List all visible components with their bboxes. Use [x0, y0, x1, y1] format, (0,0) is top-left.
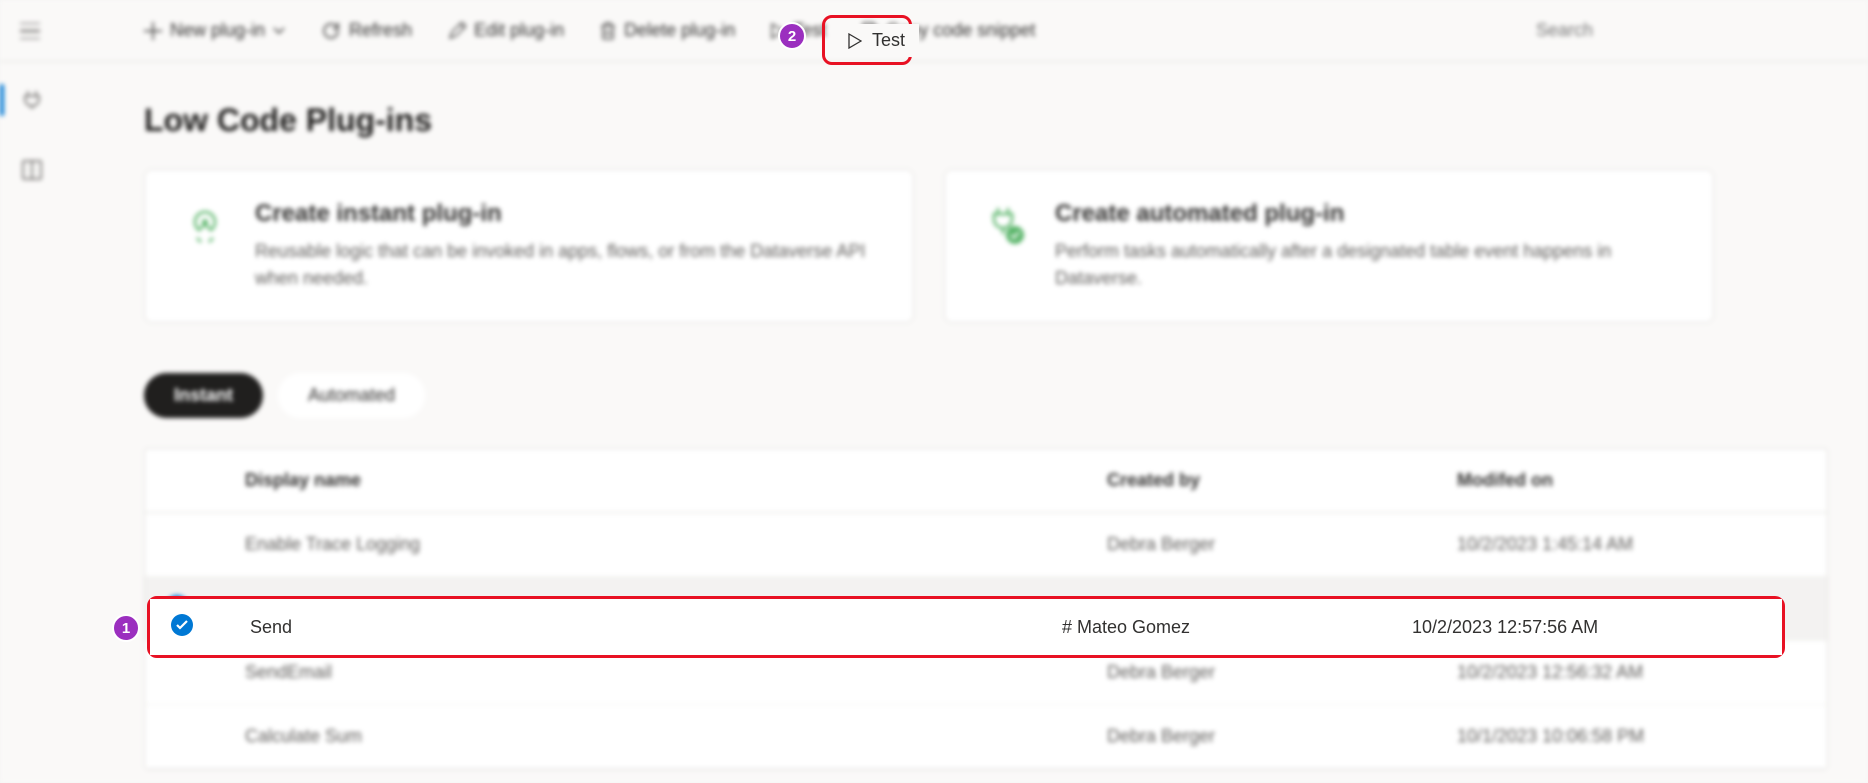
book-icon [21, 159, 43, 181]
copy-code-button[interactable]: Copy code snippet [848, 12, 1049, 49]
new-plugin-label: New plug-in [170, 20, 265, 41]
check-circle-icon[interactable] [165, 594, 189, 618]
automated-icon [980, 200, 1030, 250]
sidebar-item-plugins[interactable] [12, 80, 52, 120]
cell-modified_on: 10/1/2023 10:06:58 PM [1457, 726, 1807, 747]
create-instant-card[interactable]: Create instant plug-in Reusable logic th… [144, 169, 914, 323]
automated-card-title: Create automated plug-in [1055, 200, 1678, 228]
plus-icon [144, 22, 162, 40]
refresh-button[interactable]: Refresh [307, 12, 426, 49]
refresh-label: Refresh [349, 20, 412, 41]
cell-name: Calculate Sum [245, 726, 1107, 747]
cell-created_by: Debra Berger [1107, 726, 1457, 747]
instant-icon [180, 200, 230, 250]
test-button[interactable]: Test [757, 12, 840, 49]
cell-modified_on: 10/2/2023 12:57:56 AM [1457, 598, 1807, 619]
refresh-icon [321, 21, 341, 41]
col-modified-on[interactable]: Modifed on [1457, 470, 1807, 491]
automated-card-desc: Perform tasks automatically after a desi… [1055, 238, 1678, 292]
sidebar-item-library[interactable] [12, 150, 52, 190]
play-icon [771, 23, 785, 39]
copy-icon [862, 22, 878, 40]
col-created-by[interactable]: Created by [1107, 470, 1457, 491]
cell-modified_on: 10/2/2023 1:45:14 AM [1457, 534, 1807, 555]
hamburger-menu[interactable] [10, 11, 50, 51]
col-display-name[interactable]: Display name [245, 470, 1107, 491]
copy-label: Copy code snippet [886, 20, 1035, 41]
table-row[interactable]: Enable Trace LoggingDebra Berger10/2/202… [145, 513, 1827, 577]
page-title: Low Code Plug-ins [144, 102, 1828, 139]
table-row[interactable]: Send# Mateo Gomez10/2/2023 12:57:56 AM [145, 577, 1827, 641]
cell-modified_on: 10/2/2023 12:56:32 AM [1457, 662, 1807, 683]
edit-plugin-button[interactable]: Edit plug-in [434, 12, 578, 49]
plug-icon [20, 88, 44, 112]
table-row[interactable]: Calculate SumDebra Berger10/1/2023 10:06… [145, 705, 1827, 769]
tab-instant[interactable]: Instant [144, 373, 263, 418]
cell-name: SendEmail [245, 662, 1107, 683]
edit-icon [448, 22, 466, 40]
delete-plugin-button[interactable]: Delete plug-in [586, 12, 749, 49]
instant-card-desc: Reusable logic that can be invoked in ap… [255, 238, 878, 292]
delete-label: Delete plug-in [624, 20, 735, 41]
test-label: Test [793, 20, 826, 41]
cell-name: Enable Trace Logging [245, 534, 1107, 555]
cell-created_by: # Mateo Gomez [1107, 598, 1457, 619]
plugins-table: Display name Created by Modifed on Enabl… [144, 448, 1828, 770]
chevron-down-icon [273, 27, 285, 35]
trash-icon [600, 22, 616, 40]
search-input[interactable] [1528, 12, 1828, 49]
table-row[interactable]: SendEmailDebra Berger10/2/2023 12:56:32 … [145, 641, 1827, 705]
new-plugin-button[interactable]: New plug-in [130, 12, 299, 49]
create-automated-card[interactable]: Create automated plug-in Perform tasks a… [944, 169, 1714, 323]
instant-card-title: Create instant plug-in [255, 200, 878, 228]
tab-automated[interactable]: Automated [278, 373, 425, 418]
edit-label: Edit plug-in [474, 20, 564, 41]
cell-name: Send [245, 598, 1107, 619]
cell-created_by: Debra Berger [1107, 534, 1457, 555]
cell-created_by: Debra Berger [1107, 662, 1457, 683]
